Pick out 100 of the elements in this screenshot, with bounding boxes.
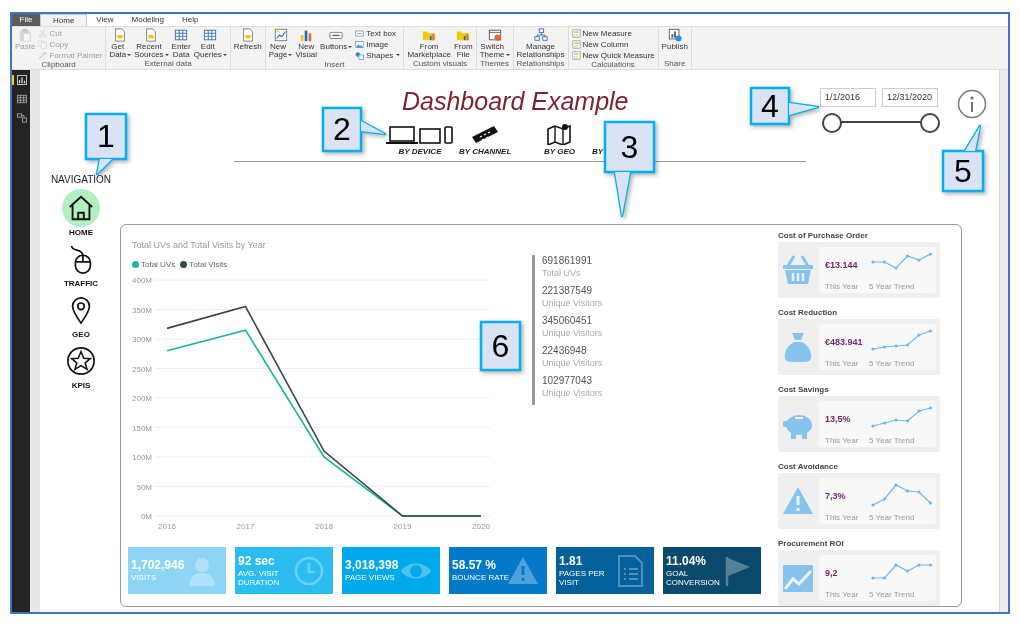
legend-label: Total UVs: [141, 260, 176, 269]
end-date-field[interactable]: 12/31/2020: [882, 88, 938, 107]
axis-label: 2019: [393, 522, 412, 531]
map-icon: [546, 123, 573, 145]
kpi-caption: 5 Year Trend: [869, 590, 915, 599]
nav-item[interactable]: HOME: [62, 189, 100, 240]
caret-icon: [288, 53, 293, 56]
caret-icon: [505, 53, 510, 56]
start-date-field[interactable]: 1/1/2016: [820, 88, 876, 107]
stat-label: Unique Visitors: [542, 297, 603, 309]
caret-icon: [164, 53, 169, 56]
ribbon-button[interactable]: New Quick Measure: [571, 50, 655, 60]
ribbon-tab[interactable]: View: [87, 14, 123, 26]
clipboard-icon: [18, 28, 33, 42]
kpi-caption: 5 Year Trend: [869, 359, 915, 368]
bar-chart-icon: [299, 28, 314, 42]
group-label: Custom visuals: [412, 59, 468, 68]
kpi-value: €483.941: [825, 337, 863, 347]
ribbon-tab[interactable]: Help: [173, 14, 208, 26]
kpi-caption: This Year: [825, 590, 859, 599]
ribbon-button[interactable]: Switch Theme: [479, 28, 510, 59]
kpi-caption: 5 Year Trend: [869, 513, 915, 522]
sparkline: [870, 482, 934, 508]
ribbon-button[interactable]: New Page: [268, 28, 293, 59]
nav-item[interactable]: TRAFFIC: [62, 240, 100, 291]
ribbon-button[interactable]: New Measure: [571, 28, 655, 38]
money-bag-icon: [782, 331, 814, 363]
ribbon-button[interactable]: From File: [453, 28, 473, 59]
ribbon-button[interactable]: Refresh: [233, 28, 262, 51]
group-label: Share: [664, 59, 686, 68]
stat-label: Unique Visitors: [542, 387, 603, 399]
kpi-title: Procurement ROI: [778, 538, 845, 550]
navigation-heading: NAVIGATION: [50, 174, 112, 185]
kpi-caption: This Year: [825, 436, 859, 445]
callout: 6: [479, 320, 522, 372]
caret-icon: [348, 45, 353, 48]
ribbon-button[interactable]: New Visual: [295, 28, 318, 59]
basket-icon: [782, 254, 814, 286]
tile-value: 3,018,398: [345, 558, 400, 573]
axis-label: 0M: [140, 512, 152, 521]
axis-label: 2017: [236, 522, 255, 531]
warning-icon: [782, 485, 814, 517]
category-button[interactable]: BY CHANNEL: [459, 123, 512, 156]
callout: 4: [749, 86, 820, 126]
ribbon-button[interactable]: New Column: [571, 39, 655, 49]
line-chart-icon: [782, 562, 814, 594]
image-icon: [355, 39, 365, 49]
stat-label: Unique Visitors: [542, 357, 603, 369]
category-button[interactable]: BY GEO: [544, 123, 575, 156]
group-label: Themes: [480, 59, 510, 68]
ribbon-button[interactable]: Enter Data: [171, 28, 191, 59]
axis-label: 150M: [132, 423, 152, 433]
tile-value: 58.57 %: [452, 558, 498, 573]
tile-value: 1,702,946: [131, 558, 186, 573]
legend-label: Total Visits: [189, 260, 228, 269]
callout: 2: [321, 106, 387, 153]
stat-value: 691861991: [542, 255, 594, 267]
group-label: Clipboard: [41, 60, 76, 69]
slider-handle[interactable]: [822, 113, 842, 133]
ribbon-button[interactable]: Manage Relationships: [516, 28, 565, 59]
kpi-caption: This Year: [825, 282, 859, 291]
tile-label: AVG. VISIT DURATION: [238, 570, 281, 587]
axis-label: 250M: [132, 364, 152, 374]
axis-label: 400M: [132, 276, 152, 285]
stat-value: 22436948: [542, 345, 588, 357]
calculator-icon: [571, 50, 581, 60]
chart-title: Total UVs and Total Visits by Year: [132, 240, 266, 250]
nav-item[interactable]: KPIS: [62, 342, 100, 393]
stat-value: 102977043: [542, 375, 594, 387]
scissors-icon: [38, 28, 48, 38]
kpi-title: Cost Avoidance: [778, 461, 839, 473]
axis-label: 2018: [315, 522, 333, 531]
ribbon-tab[interactable]: Modeling: [122, 14, 173, 26]
group-label: External data: [144, 59, 192, 68]
tile-value: 92 sec: [238, 554, 276, 568]
tile-label: PAGE VIEWS: [345, 574, 396, 583]
person-icon: [186, 555, 218, 587]
axis-label: 2016: [158, 522, 176, 531]
ribbon-button[interactable]: Text box: [355, 28, 401, 38]
ribbon-button[interactable]: Image: [355, 39, 401, 49]
ribbon-button[interactable]: From Marketplace: [407, 28, 451, 59]
calculator-icon: [571, 39, 581, 49]
ribbon-button[interactable]: Get Data: [109, 28, 132, 59]
axis-label: 50M: [136, 482, 152, 492]
ribbon-button[interactable]: Buttons: [320, 28, 353, 51]
ribbon-button[interactable]: Publish: [661, 28, 688, 51]
group-label: Relationships: [516, 59, 565, 68]
stat-label: Unique Visitors: [542, 327, 603, 339]
group-label: Calculations: [591, 60, 635, 69]
ribbon-button[interactable]: Shapes: [355, 50, 401, 60]
category-button[interactable]: BY: [592, 123, 604, 156]
slider-handle[interactable]: [920, 113, 940, 133]
file-tab[interactable]: File: [12, 14, 40, 26]
category-button[interactable]: BY DEVICE: [385, 123, 455, 156]
group-label: Insert: [324, 60, 345, 69]
ribbon-tab[interactable]: Home: [40, 14, 88, 26]
ribbon-button[interactable]: Recent Sources: [134, 28, 169, 59]
ribbon-button[interactable]: Edit Queries: [193, 28, 227, 59]
info-icon[interactable]: [957, 89, 987, 119]
nav-item[interactable]: GEO: [62, 291, 100, 342]
